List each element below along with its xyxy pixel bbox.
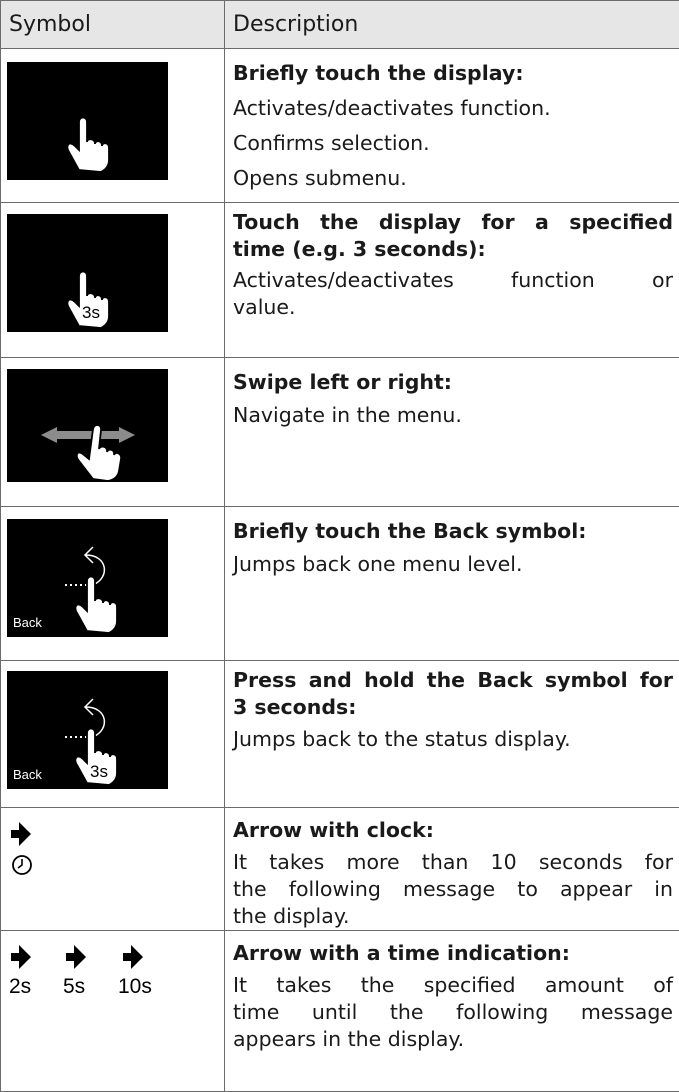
time-label-5s: 5s <box>63 975 85 998</box>
back-hold-icon: 3s Back <box>7 671 168 789</box>
symbol-cell: 2s 5s 10s <box>1 931 225 1092</box>
row-title: Briefly touch the display: <box>233 59 673 88</box>
row-line: Activates/deactivates function. <box>233 94 673 123</box>
table-row: 3s Touch the display for a specified tim… <box>1 203 679 358</box>
row-body-line: value. <box>233 295 296 319</box>
display-screen: 3s <box>7 214 168 332</box>
display-screen: Back <box>7 519 168 637</box>
row-body: It takes the specified amount of time un… <box>233 972 673 1053</box>
row-title-line: Touch the display for a specified <box>233 209 673 236</box>
row-line: Navigate in the menu. <box>233 401 673 430</box>
description-cell: Briefly touch the Back symbol: Jumps bac… <box>225 507 679 661</box>
row-title-line: 3 seconds: <box>233 695 356 719</box>
description-cell: Touch the display for a specified time (… <box>225 203 679 358</box>
header-symbol: Symbol <box>1 1 225 49</box>
row-title: Arrow with clock: <box>233 816 673 845</box>
symbol-cell <box>1 358 225 507</box>
table-header-row: Symbol Description <box>1 1 679 49</box>
table-row: Arrow with clock: It takes more than 10 … <box>1 808 679 931</box>
arrow-icon <box>123 945 143 969</box>
description-cell: Swipe left or right: Navigate in the men… <box>225 358 679 507</box>
row-line: Jumps back one menu level. <box>233 550 673 579</box>
symbol-cell <box>1 808 225 931</box>
arrow-clock-icon <box>7 816 67 886</box>
row-body-line: the display. <box>233 904 350 928</box>
arrow-icon <box>11 822 31 846</box>
row-body: Activates/deactivates function or value. <box>233 267 673 321</box>
table-row: 3s Back Press and hold the Back symbol f… <box>1 661 679 808</box>
clock-icon <box>13 856 31 874</box>
symbol-cell: 3s <box>1 203 225 358</box>
row-title-line: time (e.g. 3 seconds): <box>233 237 486 261</box>
display-screen <box>7 369 168 482</box>
symbol-cell: Back <box>1 507 225 661</box>
row-body-line: It takes the specified amount of <box>233 972 673 999</box>
arrow-icon <box>66 945 86 969</box>
swipe-hand-icon <box>7 369 168 482</box>
row-title: Press and hold the Back symbol for 3 sec… <box>233 667 673 721</box>
back-label: Back <box>13 767 42 782</box>
description-cell: Briefly touch the display: Activates/dea… <box>225 49 679 203</box>
back-touch-icon: Back <box>7 519 168 637</box>
description-cell: Arrow with clock: It takes more than 10 … <box>225 808 679 931</box>
arrow-time-icons: 2s 5s 10s <box>7 939 177 999</box>
row-title: Arrow with a time indication: <box>233 939 673 968</box>
time-label-10s: 10s <box>118 975 152 998</box>
row-title: Briefly touch the Back symbol: <box>233 517 673 546</box>
row-body: It takes more than 10 seconds for the fo… <box>233 849 673 930</box>
display-screen: 3s Back <box>7 671 168 789</box>
table-row: Briefly touch the display: Activates/dea… <box>1 49 679 203</box>
description-cell: Press and hold the Back symbol for 3 sec… <box>225 661 679 808</box>
table-row: Back Briefly touch the Back symbol: Jump… <box>1 507 679 661</box>
row-body-line: It takes more than 10 seconds for <box>233 849 673 876</box>
symbol-cell <box>1 49 225 203</box>
row-body-line: time until the following message <box>233 999 673 1026</box>
row-body-line: the following message to appear in <box>233 876 673 903</box>
table-row: 2s 5s 10s Arrow with a time indication: … <box>1 931 679 1092</box>
back-label: Back <box>13 615 42 630</box>
arrow-icon <box>11 945 31 969</box>
touch-hand-icon <box>7 62 168 180</box>
row-title: Touch the display for a specified time (… <box>233 209 673 263</box>
row-line: Confirms selection. <box>233 129 673 158</box>
time-label-2s: 2s <box>9 975 31 998</box>
symbol-cell: 3s Back <box>1 661 225 808</box>
description-cell: Arrow with a time indication: It takes t… <box>225 931 679 1092</box>
row-line: Opens submenu. <box>233 164 673 193</box>
row-body-line: Activates/deactivates function or <box>233 267 673 294</box>
touch-hold-hand-icon: 3s <box>7 214 168 332</box>
table-row: Swipe left or right: Navigate in the men… <box>1 358 679 507</box>
row-title: Swipe left or right: <box>233 368 673 397</box>
hold-badge-text: 3s <box>82 303 100 322</box>
row-line: Jumps back to the status display. <box>233 725 673 754</box>
header-description: Description <box>225 1 679 49</box>
symbol-table: Symbol Description Briefly touch the dis… <box>0 0 679 1092</box>
row-title-line: Press and hold the Back symbol for <box>233 667 673 694</box>
hold-badge-text: 3s <box>90 762 108 781</box>
row-body-line: appears in the display. <box>233 1027 464 1051</box>
display-screen <box>7 62 168 180</box>
